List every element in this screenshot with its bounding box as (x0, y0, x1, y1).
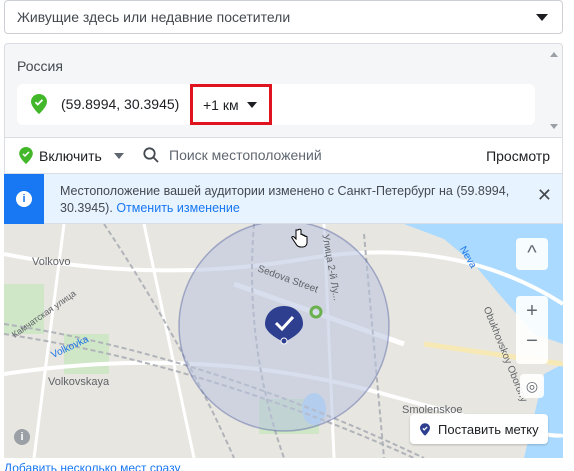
zoom-controls: + − (516, 296, 548, 364)
scrollbar[interactable] (548, 44, 562, 137)
scroll-up-icon[interactable] (550, 52, 558, 57)
location-chip[interactable]: (59.8994, 30.3945) +1 км (17, 84, 535, 125)
radius-select[interactable]: +1 км (190, 84, 272, 125)
search-icon (143, 147, 159, 163)
chevron-down-icon (247, 102, 257, 108)
undo-change-link[interactable]: Отменить изменение (116, 201, 240, 215)
map-label-volkovskaya: Volkovskaya (48, 376, 110, 388)
location-coords: (59.8994, 30.3945) (61, 96, 180, 112)
include-label: Включить (39, 147, 102, 164)
scroll-down-icon[interactable] (550, 124, 558, 129)
info-icon: i (16, 191, 32, 207)
crosshair-icon: ◎ (525, 378, 539, 394)
locate-button[interactable]: ◎ (520, 374, 544, 398)
zoom-out-button[interactable]: − (516, 326, 548, 356)
location-pin-icon (19, 147, 33, 164)
country-label: Россия (17, 58, 63, 74)
map[interactable]: Volkovo Volkovskaya Камчатская улица Vol… (4, 224, 563, 458)
location-pin-icon (420, 422, 430, 436)
map-info-icon[interactable]: i (14, 429, 30, 445)
radius-value: +1 км (203, 96, 239, 113)
notice-text-block: Местоположение вашей аудитории изменено … (60, 183, 530, 217)
map-collapse-button[interactable]: ^ (516, 238, 548, 270)
drop-pin-button[interactable]: Поставить метку (410, 414, 548, 444)
audience-type-value: Живущие здесь или недавние посетители (17, 9, 291, 25)
search-input[interactable]: Поиск местоположений (169, 147, 322, 163)
chevron-down-icon (113, 152, 124, 159)
location-pin-icon (31, 94, 47, 119)
location-changed-notice: i Местоположение вашей аудитории изменен… (4, 173, 563, 225)
zoom-in-button[interactable]: + (516, 296, 548, 326)
include-select[interactable]: Включить (19, 147, 124, 164)
add-multiple-locations-link[interactable]: Добавить несколько мест сразу (4, 461, 180, 471)
chevron-down-icon (536, 14, 548, 21)
close-icon[interactable]: ✕ (537, 185, 552, 206)
audience-type-select[interactable]: Живущие здесь или недавние посетители (4, 0, 563, 34)
browse-button[interactable]: Просмотр (486, 148, 550, 164)
selected-locations-panel: Россия (59.8994, 30.3945) +1 км (4, 43, 563, 138)
location-search[interactable]: Поиск местоположений (143, 147, 322, 163)
map-label-volkovo: Volkovo (32, 256, 71, 268)
hand-cursor-icon (291, 228, 308, 248)
drop-pin-label: Поставить метку (438, 421, 539, 437)
chevron-up-icon: ^ (527, 242, 537, 264)
location-toolbar: Включить Поиск местоположений Просмотр (4, 138, 563, 173)
